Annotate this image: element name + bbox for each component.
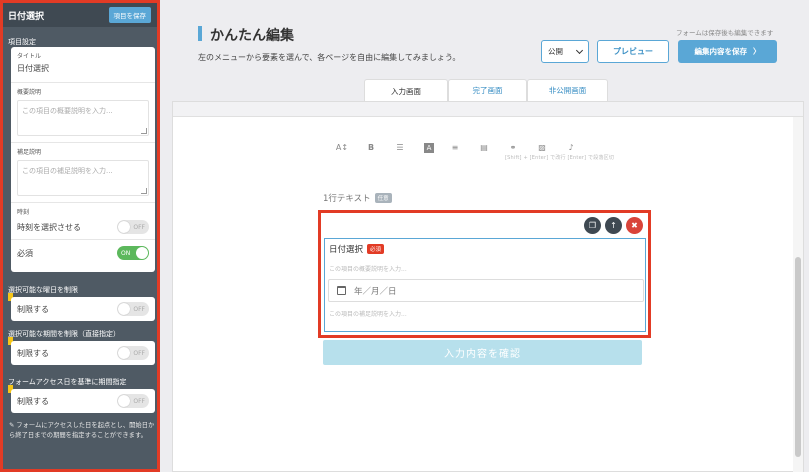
confirm-input-button[interactable]: 入力内容を確認: [323, 340, 642, 365]
selected-date-field[interactable]: ❐ ↑ ✖ 日付選択 必須 この項目の概要説明を入力... 年／月／日 この項目…: [318, 210, 651, 338]
summary-field-label: 概要説明: [17, 89, 42, 96]
supplement-field-label: 補足説明: [17, 149, 42, 156]
period-toggle[interactable]: OFF: [117, 346, 149, 360]
table-icon[interactable]: ▤: [471, 137, 497, 159]
calendar-icon: [337, 286, 346, 295]
time-label: 時刻: [17, 209, 30, 216]
period-toggle-label: 制限する: [17, 348, 49, 358]
save-item-button[interactable]: 項目を保存: [108, 7, 151, 23]
arrow-up-icon[interactable]: ↑: [605, 217, 622, 234]
item-settings-sidebar: 日付選択 項目を保存 項目設定 タイトル 日付選択 概要説明 この項目の概要説明…: [0, 0, 160, 472]
supplement-textarea[interactable]: この項目の補足説明を入力...: [17, 160, 149, 196]
period-card: 制限する OFF: [11, 341, 155, 365]
chevron-right-icon: 〉: [753, 47, 761, 56]
date-field-note: この項目の補足説明を入力...: [329, 311, 407, 318]
date-input[interactable]: 年／月／日: [328, 279, 644, 302]
section-weekday-limit: 選択可能な曜日を制限: [8, 286, 78, 294]
title-accent-bar: [198, 26, 202, 41]
time-toggle[interactable]: OFF: [117, 220, 149, 234]
section-period-limit: 選択可能な期間を制限（直接指定）: [8, 330, 120, 338]
item-settings-card: タイトル 日付選択 概要説明 この項目の概要説明を入力... 補足説明 この項目…: [11, 47, 155, 272]
date-field-desc: この項目の概要説明を入力...: [329, 266, 407, 273]
publish-select[interactable]: 公開: [541, 40, 589, 63]
time-toggle-label: 時刻を選択させる: [17, 222, 81, 232]
title-field-input[interactable]: 日付選択: [11, 60, 155, 74]
text-color-icon[interactable]: A: [424, 142, 434, 153]
save-note: フォームは保存後も編集できます: [676, 29, 774, 37]
optional-badge: 任意: [374, 193, 392, 203]
tab-private-screen[interactable]: 非公開画面: [527, 79, 608, 101]
tab-complete-screen[interactable]: 完了画面: [448, 79, 527, 101]
preview-button[interactable]: プレビュー: [597, 40, 669, 63]
page-title: かんたん編集: [210, 28, 294, 44]
scrollbar-thumb[interactable]: [795, 257, 801, 457]
toolbar-hint: [Shift] + [Enter] で改行 [Enter] で段落区切: [505, 155, 615, 161]
sidebar-note: ✎ フォームにアクセスした日を起点とし、開始日から終了日までの期間を指定すること…: [9, 422, 155, 439]
weekday-toggle[interactable]: OFF: [117, 302, 149, 316]
date-field-title: 日付選択: [329, 245, 364, 255]
weekday-card: 制限する OFF: [11, 297, 155, 321]
required-badge: 必須: [367, 244, 385, 254]
scrollbar[interactable]: [793, 117, 803, 472]
text-size-icon[interactable]: A↕: [329, 137, 355, 159]
access-period-toggle-label: 制限する: [17, 396, 49, 406]
section-item-settings: 項目設定: [8, 38, 36, 46]
bold-icon[interactable]: B: [358, 137, 384, 159]
weekday-toggle-label: 制限する: [17, 304, 49, 314]
summary-textarea[interactable]: この項目の概要説明を入力...: [17, 100, 149, 136]
access-period-toggle[interactable]: OFF: [117, 394, 149, 408]
sidebar-title: 日付選択: [8, 11, 45, 22]
trash-icon[interactable]: ✖: [626, 217, 643, 234]
chevron-down-icon: [575, 46, 584, 54]
section-access-period: フォームアクセス日を基準に期間指定: [8, 378, 127, 386]
single-line-field-label[interactable]: 1行テキスト 任意: [323, 192, 392, 204]
access-period-card: 制限する OFF: [11, 389, 155, 413]
save-edits-button[interactable]: 編集内容を保存 〉: [678, 40, 777, 63]
copy-icon[interactable]: ❐: [584, 217, 601, 234]
list-icon[interactable]: ☰: [387, 137, 413, 159]
title-field-label: タイトル: [17, 53, 42, 60]
page-subtitle: 左のメニューから要素を選んで、各ページを自由に編集してみましょう。: [198, 53, 461, 62]
sidebar-header: 日付選択 項目を保存: [3, 3, 157, 27]
date-field-preview: 日付選択 必須 この項目の概要説明を入力... 年／月／日 この項目の補足説明を…: [324, 238, 646, 332]
tab-input-screen[interactable]: 入力画面: [364, 79, 448, 102]
required-toggle[interactable]: ON: [117, 246, 149, 260]
required-label: 必須: [17, 248, 33, 258]
align-icon[interactable]: ≡: [442, 137, 468, 159]
